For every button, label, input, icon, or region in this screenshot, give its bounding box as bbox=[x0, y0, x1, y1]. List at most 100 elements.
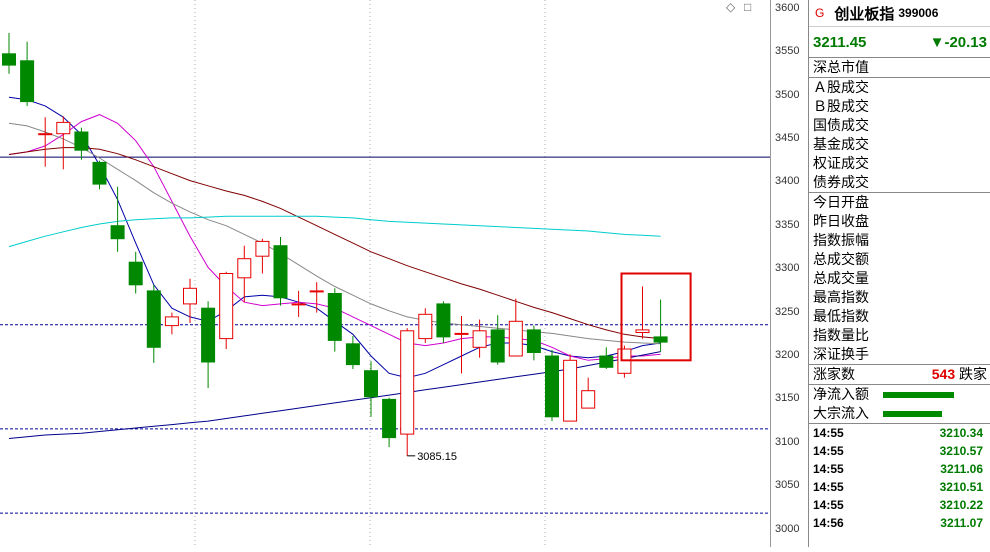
candle-up bbox=[237, 258, 252, 279]
field-row: 指数振幅 bbox=[813, 232, 869, 248]
candle-up bbox=[291, 303, 306, 306]
candle-down bbox=[345, 343, 360, 366]
flow-bar bbox=[883, 410, 942, 417]
candle-up bbox=[309, 290, 324, 293]
highlight-box bbox=[620, 272, 692, 362]
ma-line bbox=[8, 215, 661, 248]
candle-down bbox=[273, 245, 288, 299]
candle-down bbox=[545, 355, 559, 418]
tick-value: 3211.07 bbox=[940, 516, 983, 530]
y-tick-label: 3600 bbox=[775, 1, 800, 14]
tick-time: 14:55 bbox=[813, 480, 844, 494]
tick-time: 14:55 bbox=[813, 426, 844, 440]
price-axis: 3000 3050 3100 3150 3200 3250 3300 3350 3400 3450… bbox=[770, 0, 809, 547]
candlestick-chart[interactable]: 3085.15 bbox=[0, 0, 770, 547]
tick-value: 3211.06 bbox=[940, 462, 983, 476]
tick-row: 14:55 3210.57 bbox=[809, 442, 990, 460]
y-tick-label: 3150 bbox=[775, 392, 800, 405]
low-annotation-label: 3085.15 bbox=[417, 451, 457, 463]
tick-list: 14:55 3210.34 14:55 3210.57 14:55 3211.06 14:5… bbox=[809, 424, 990, 532]
candle-down bbox=[364, 370, 378, 398]
index-code: 399006 bbox=[898, 6, 939, 20]
y-tick-label: 3350 bbox=[775, 218, 800, 231]
y-tick-label: 3250 bbox=[775, 305, 800, 318]
square-control-icon[interactable]: □ bbox=[744, 0, 751, 14]
field-row: 今日开盘 bbox=[813, 194, 869, 210]
candle-down bbox=[526, 329, 541, 353]
rise-count-label: 涨家数 bbox=[813, 366, 855, 382]
field-row: 总成交额 bbox=[813, 251, 869, 267]
field-row: 基金成交 bbox=[813, 136, 869, 152]
rise-count-value: 543 bbox=[931, 366, 956, 382]
tick-value: 3210.51 bbox=[939, 480, 983, 494]
tick-time: 14:56 bbox=[813, 516, 844, 530]
quote-panel: G 创业板指 399006 3211.45 ▼-20.13 深总市值 Ａ股成交 Ｂ股… bbox=[808, 0, 990, 547]
tick-row: 14:55 3210.22 bbox=[809, 496, 990, 514]
candle-up bbox=[635, 329, 650, 333]
candle-down bbox=[74, 131, 89, 151]
candle-down bbox=[110, 225, 125, 240]
field-row: 指数量比 bbox=[813, 327, 869, 343]
candle-up bbox=[183, 287, 197, 305]
index-name[interactable]: 创业板指 bbox=[834, 3, 894, 24]
candle-up bbox=[255, 240, 270, 257]
current-price: 3211.45 bbox=[813, 33, 867, 51]
field-row: 深证换手 bbox=[809, 345, 990, 365]
candle-up bbox=[563, 359, 578, 422]
tick-value: 3210.34 bbox=[939, 426, 983, 440]
candle-down bbox=[382, 398, 397, 439]
tick-row: 14:56 3211.07 bbox=[809, 514, 990, 532]
field-row: 国债成交 bbox=[813, 117, 869, 133]
tick-row: 14:55 3210.34 bbox=[809, 424, 990, 442]
tick-time: 14:55 bbox=[813, 498, 844, 512]
y-tick-label: 3300 bbox=[775, 262, 800, 275]
quote-line: 3211.45 ▼-20.13 bbox=[809, 27, 990, 58]
y-tick-label: 3500 bbox=[775, 88, 800, 101]
candle-up bbox=[38, 133, 53, 136]
candle-down bbox=[327, 293, 342, 341]
price-change: ▼-20.13 bbox=[929, 33, 987, 51]
candle-up bbox=[581, 390, 596, 409]
flow-list: 净流入额 大宗流入 bbox=[809, 385, 990, 424]
candle-down bbox=[653, 336, 668, 343]
candle-down bbox=[146, 290, 161, 348]
tick-row: 14:55 3211.06 bbox=[809, 460, 990, 478]
field-row: Ａ股成交 bbox=[813, 79, 869, 95]
flow-label: 大宗流入 bbox=[813, 405, 869, 421]
diamond-control-icon[interactable]: ◇ bbox=[726, 0, 735, 14]
tick-row: 14:55 3210.51 bbox=[809, 478, 990, 496]
flow-label: 净流入额 bbox=[813, 386, 869, 402]
flow-bar bbox=[883, 391, 954, 398]
candle-down bbox=[490, 329, 505, 363]
market-flag: G bbox=[815, 6, 825, 20]
ma-line bbox=[8, 351, 661, 439]
candle-up bbox=[400, 330, 415, 435]
candle-up bbox=[472, 330, 487, 348]
candle-down bbox=[128, 261, 143, 286]
rise-count-row: 涨家数 543 跌家 bbox=[809, 365, 990, 385]
field-row: 深总市值 bbox=[809, 58, 990, 78]
tick-time: 14:55 bbox=[813, 444, 844, 458]
tick-value: 3210.57 bbox=[939, 444, 983, 458]
tick-value: 3210.22 bbox=[939, 498, 983, 512]
candle-up bbox=[454, 332, 469, 335]
y-tick-label: 3550 bbox=[775, 45, 800, 58]
tick-time: 14:55 bbox=[813, 462, 844, 476]
field-row: 昨日收盘 bbox=[813, 213, 869, 229]
y-tick-label: 3100 bbox=[775, 435, 800, 448]
y-tick-label: 3400 bbox=[775, 175, 800, 188]
field-row: Ｂ股成交 bbox=[813, 98, 869, 114]
field-row: 总成交量 bbox=[813, 270, 869, 286]
candle-down bbox=[201, 307, 216, 363]
candle-down bbox=[599, 355, 614, 368]
candle-down bbox=[436, 303, 451, 338]
field-list: 深总市值 Ａ股成交 Ｂ股成交国债成交基金成交权证成交债券成交 今日开盘昨日收盘指数振幅… bbox=[809, 58, 990, 365]
fall-count-label: 跌家 bbox=[959, 366, 987, 382]
chart-area[interactable]: 3085.15 ◇ □ bbox=[0, 0, 770, 547]
candle-down bbox=[2, 53, 16, 66]
y-tick-label: 3000 bbox=[775, 522, 800, 535]
field-row: 最低指数 bbox=[813, 308, 869, 324]
field-row: 债券成交 bbox=[809, 173, 990, 193]
field-row: 权证成交 bbox=[813, 155, 869, 171]
flow-row: 大宗流入 bbox=[809, 404, 990, 423]
